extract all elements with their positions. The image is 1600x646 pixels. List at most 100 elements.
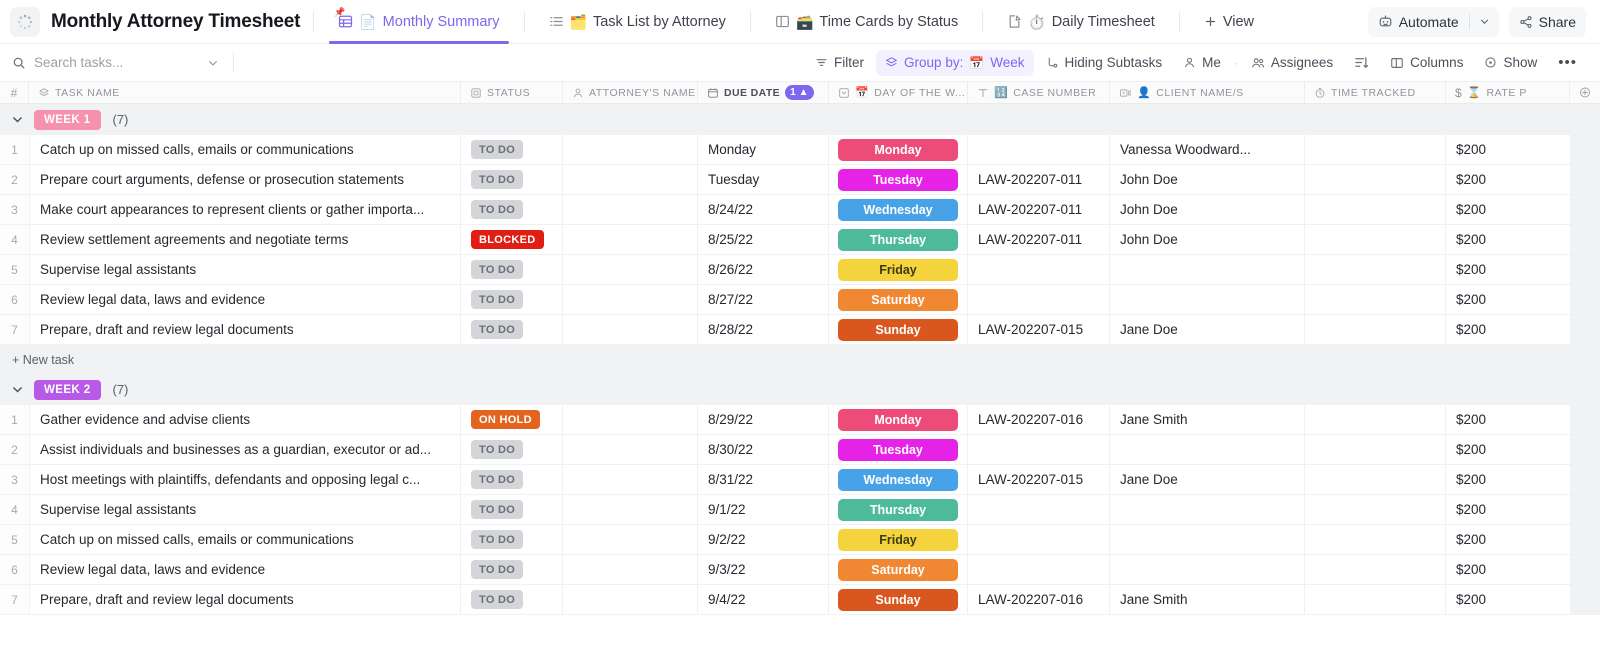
cell-attorney-name[interactable] [563, 405, 698, 434]
cell-task-name[interactable]: Review settlement agreements and negotia… [29, 225, 461, 254]
status-badge[interactable]: TO DO [471, 140, 523, 159]
cell-task-name[interactable]: Assist individuals and businesses as a g… [29, 435, 461, 464]
cell-rate-per-hour[interactable]: $200 [1446, 195, 1570, 224]
cell-day-of-week[interactable]: Thursday [829, 225, 968, 254]
day-badge[interactable]: Friday [838, 529, 958, 551]
cell-client-names[interactable]: Jane Doe [1110, 315, 1305, 344]
status-badge[interactable]: ON HOLD [471, 410, 540, 429]
cell-due-date[interactable]: 9/3/22 [698, 555, 829, 584]
cell-rate-per-hour[interactable]: $200 [1446, 225, 1570, 254]
chevron-down-icon[interactable] [207, 57, 219, 69]
cell-case-number[interactable]: LAW-202207-011 [968, 195, 1110, 224]
cell-day-of-week[interactable]: Sunday [829, 315, 968, 344]
cell-case-number[interactable] [968, 495, 1110, 524]
cell-attorney-name[interactable] [563, 315, 698, 344]
cell-rate-per-hour[interactable]: $200 [1446, 435, 1570, 464]
cell-case-number[interactable]: LAW-202207-016 [968, 405, 1110, 434]
cell-case-number[interactable] [968, 255, 1110, 284]
cell-day-of-week[interactable]: Wednesday [829, 195, 968, 224]
cell-client-names[interactable]: John Doe [1110, 195, 1305, 224]
cell-rate-per-hour[interactable]: $200 [1446, 465, 1570, 494]
cell-task-name[interactable]: Prepare, draft and review legal document… [29, 585, 461, 614]
cell-time-tracked[interactable] [1305, 285, 1446, 314]
add-view-button[interactable]: View [1193, 14, 1265, 30]
sort-button[interactable] [1345, 50, 1378, 76]
cell-case-number[interactable] [968, 435, 1110, 464]
cell-rate-per-hour[interactable]: $200 [1446, 135, 1570, 164]
cell-client-names[interactable] [1110, 555, 1305, 584]
cell-status[interactable]: TO DO [461, 315, 563, 344]
cell-attorney-name[interactable] [563, 555, 698, 584]
cell-day-of-week[interactable]: Saturday [829, 285, 968, 314]
tab-task-list-by-attorney[interactable]: 🗂️ Task List by Attorney [538, 0, 737, 43]
cell-case-number[interactable] [968, 285, 1110, 314]
cell-due-date[interactable]: 8/24/22 [698, 195, 829, 224]
cell-client-names[interactable]: Jane Smith [1110, 585, 1305, 614]
me-filter-button[interactable]: Me [1174, 50, 1230, 76]
cell-time-tracked[interactable] [1305, 405, 1446, 434]
cell-status[interactable]: BLOCKED [461, 225, 563, 254]
column-header-task-name[interactable]: TASK NAME [29, 82, 461, 103]
cell-task-name[interactable]: Prepare, draft and review legal document… [29, 315, 461, 344]
app-logo[interactable] [10, 7, 40, 37]
cell-client-names[interactable] [1110, 285, 1305, 314]
cell-rate-per-hour[interactable]: $200 [1446, 315, 1570, 344]
cell-due-date[interactable]: Tuesday [698, 165, 829, 194]
sort-count-badge[interactable]: 1 ▲ [785, 85, 813, 100]
status-badge[interactable]: TO DO [471, 320, 523, 339]
cell-task-name[interactable]: Catch up on missed calls, emails or comm… [29, 525, 461, 554]
day-badge[interactable]: Wednesday [838, 199, 958, 221]
cell-day-of-week[interactable]: Friday [829, 255, 968, 284]
column-header-status[interactable]: STATUS [461, 82, 563, 103]
cell-task-name[interactable]: Host meetings with plaintiffs, defendant… [29, 465, 461, 494]
cell-case-number[interactable]: LAW-202207-011 [968, 225, 1110, 254]
cell-due-date[interactable]: 9/1/22 [698, 495, 829, 524]
cell-client-names[interactable] [1110, 495, 1305, 524]
day-badge[interactable]: Tuesday [838, 169, 958, 191]
cell-rate-per-hour[interactable]: $200 [1446, 285, 1570, 314]
cell-status[interactable]: TO DO [461, 255, 563, 284]
cell-case-number[interactable] [968, 555, 1110, 584]
cell-rate-per-hour[interactable]: $200 [1446, 555, 1570, 584]
cell-client-names[interactable] [1110, 255, 1305, 284]
cell-case-number[interactable] [968, 135, 1110, 164]
table-row[interactable]: 5Catch up on missed calls, emails or com… [0, 525, 1600, 555]
chevron-down-icon[interactable] [8, 381, 26, 399]
cell-task-name[interactable]: Supervise legal assistants [29, 495, 461, 524]
cell-client-names[interactable]: Jane Doe [1110, 465, 1305, 494]
cell-time-tracked[interactable] [1305, 225, 1446, 254]
cell-rate-per-hour[interactable]: $200 [1446, 255, 1570, 284]
cell-rate-per-hour[interactable]: $200 [1446, 165, 1570, 194]
column-header-rate-per-hour[interactable]: $ ⌛ RATE P [1446, 82, 1570, 103]
cell-status[interactable]: TO DO [461, 435, 563, 464]
cell-time-tracked[interactable] [1305, 135, 1446, 164]
cell-time-tracked[interactable] [1305, 555, 1446, 584]
cell-attorney-name[interactable] [563, 225, 698, 254]
cell-client-names[interactable]: Vanessa Woodward... [1110, 135, 1305, 164]
cell-rate-per-hour[interactable]: $200 [1446, 585, 1570, 614]
cell-attorney-name[interactable] [563, 585, 698, 614]
day-badge[interactable]: Tuesday [838, 439, 958, 461]
assignees-button[interactable]: Assignees [1242, 50, 1342, 76]
cell-status[interactable]: TO DO [461, 465, 563, 494]
column-header-case-number[interactable]: 🔢 CASE NUMBER [968, 82, 1110, 103]
cell-day-of-week[interactable]: Wednesday [829, 465, 968, 494]
table-row[interactable]: 6Review legal data, laws and evidenceTO … [0, 285, 1600, 315]
cell-due-date[interactable]: Monday [698, 135, 829, 164]
cell-case-number[interactable]: LAW-202207-011 [968, 165, 1110, 194]
cell-day-of-week[interactable]: Sunday [829, 585, 968, 614]
column-header-due-date[interactable]: DUE DATE 1 ▲ [698, 82, 829, 103]
cell-status[interactable]: TO DO [461, 525, 563, 554]
cell-task-name[interactable]: Catch up on missed calls, emails or comm… [29, 135, 461, 164]
table-row[interactable]: 1Gather evidence and advise clientsON HO… [0, 405, 1600, 435]
table-row[interactable]: 2Prepare court arguments, defense or pro… [0, 165, 1600, 195]
cell-case-number[interactable]: LAW-202207-015 [968, 465, 1110, 494]
cell-time-tracked[interactable] [1305, 435, 1446, 464]
cell-attorney-name[interactable] [563, 465, 698, 494]
status-badge[interactable]: TO DO [471, 170, 523, 189]
cell-due-date[interactable]: 8/29/22 [698, 405, 829, 434]
cell-rate-per-hour[interactable]: $200 [1446, 525, 1570, 554]
tab-monthly-summary[interactable]: 📌 📄 Monthly Summary [327, 0, 510, 43]
table-row[interactable]: 2Assist individuals and businesses as a … [0, 435, 1600, 465]
search-box[interactable] [12, 53, 234, 73]
